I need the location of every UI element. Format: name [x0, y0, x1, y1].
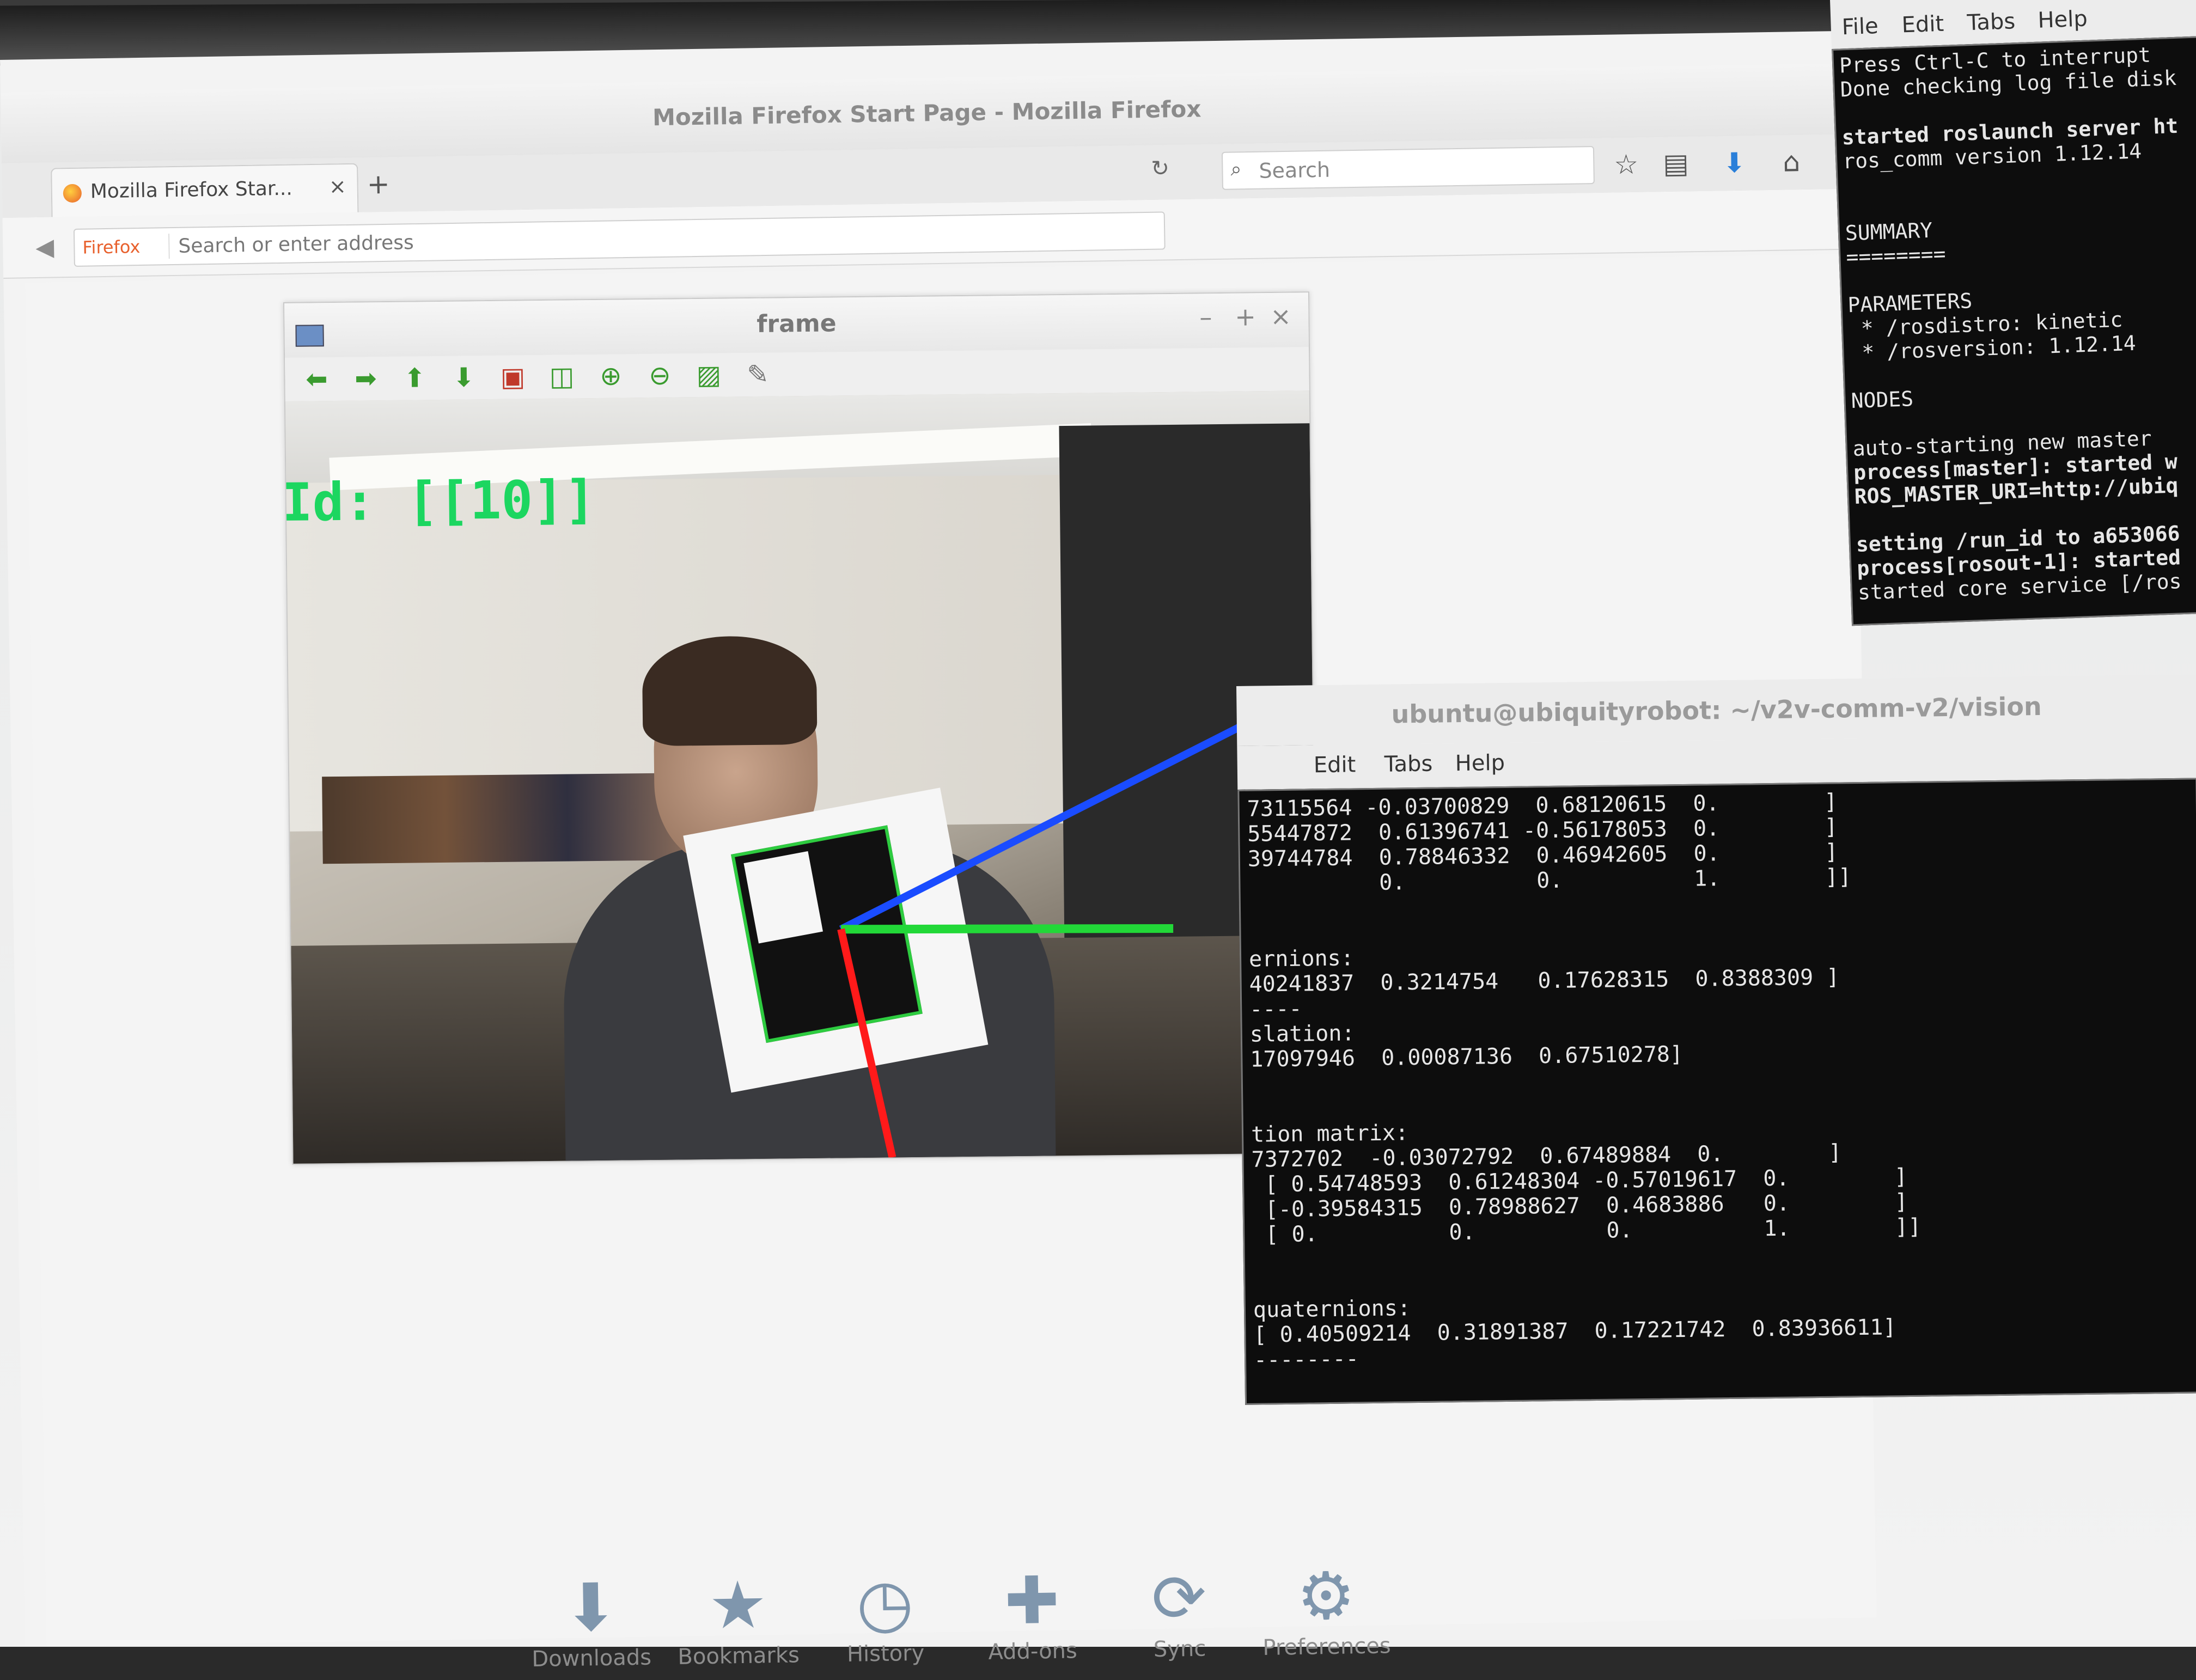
vision-terminal-output[interactable]: 73115564 -0.03700829 0.68120615 0. ] 5544… — [1237, 778, 2196, 1405]
new-tab-button[interactable]: + — [367, 168, 390, 200]
site-identity[interactable]: Firefox — [82, 236, 140, 258]
url-placeholder: Search or enter address — [178, 231, 414, 258]
url-separator — [168, 234, 170, 259]
puzzle-piece-icon: ✚ — [1004, 1562, 1060, 1640]
downloads-icon: ⬇ — [563, 1569, 619, 1647]
terminal-line: ernions: — [1248, 945, 1355, 972]
terminal-line: SUMMARY — [1845, 218, 1933, 246]
history-label: History — [846, 1640, 925, 1667]
bookmarks-icon: ★ — [707, 1567, 768, 1644]
sync-icon: ⟳ — [1151, 1560, 1207, 1638]
zoom-in-icon[interactable]: ⊕ — [595, 361, 626, 392]
terminal-line: ======== — [1845, 241, 1947, 270]
pan-right-icon[interactable]: ➡ — [350, 363, 381, 394]
menu-help[interactable]: Help — [1455, 750, 1505, 776]
search-icon: ⌕ — [1230, 158, 1242, 181]
menu-tabs[interactable]: Tabs — [1967, 9, 2016, 35]
search-input[interactable]: ⌕ Search — [1221, 146, 1595, 190]
terminal-line: -------- — [1253, 1346, 1359, 1373]
history-icon: ◷ — [856, 1565, 914, 1642]
sync-shortcut[interactable]: ⟳ Sync — [1108, 1560, 1251, 1663]
properties-icon[interactable]: ✎ — [742, 359, 773, 390]
download-arrow-icon[interactable]: ⬇ — [1723, 147, 1746, 179]
tab-close-icon[interactable]: × — [329, 174, 347, 198]
menu-file[interactable]: File — [1841, 14, 1879, 40]
terminal-line: 17097946 0.00087136 0.67510278] — [1250, 1042, 1683, 1072]
menu-tabs[interactable]: Tabs — [1384, 752, 1432, 777]
close-icon[interactable]: × — [1270, 302, 1291, 331]
pan-left-icon[interactable]: ⬅ — [301, 364, 332, 395]
menu-edit[interactable]: Edit — [1314, 752, 1356, 778]
home-icon[interactable]: ⌂ — [1783, 146, 1801, 178]
vision-terminal-window: ubuntu@ubiquityrobot: ~/v2v-comm-v2/visi… — [1236, 674, 2196, 1405]
preferences-label: Preferences — [1262, 1633, 1392, 1660]
tab-label: Mozilla Firefox Star... — [90, 177, 293, 203]
menu-edit[interactable]: Edit — [1901, 11, 1944, 38]
pan-up-icon[interactable]: ⬆ — [399, 363, 430, 394]
terminal-line: slation: — [1249, 1021, 1355, 1047]
preferences-shortcut[interactable]: ⚙ Preferences — [1255, 1557, 1398, 1660]
bookmarks-shortcut[interactable]: ★ Bookmarks — [667, 1567, 810, 1670]
terminal-line: quaternions: — [1253, 1296, 1411, 1323]
frame-title-bar: frame – + × — [284, 292, 1309, 358]
pan-down-icon[interactable]: ⬇ — [448, 362, 479, 393]
bookmark-star-icon[interactable]: ☆ — [1614, 149, 1639, 181]
roscore-terminal-output[interactable]: Press Ctrl-C to interrupt Done checking l… — [1832, 35, 2196, 626]
terminal-line: NODES — [1850, 387, 1914, 413]
terminal-line: tion matrix: — [1250, 1120, 1409, 1147]
history-shortcut[interactable]: ◷ History — [814, 1565, 957, 1667]
firefox-favicon-icon — [63, 184, 82, 203]
back-arrow-icon[interactable]: ◀ — [35, 233, 54, 261]
reload-icon[interactable]: ↻ — [1151, 156, 1169, 181]
addons-shortcut[interactable]: ✚ Add-ons — [961, 1562, 1104, 1665]
tab-start-page[interactable]: Mozilla Firefox Star... × — [51, 163, 359, 218]
camera-image: Id: [[10]] — [285, 390, 1317, 1164]
search-placeholder: Search — [1259, 157, 1331, 183]
zoom-reset-icon[interactable]: ▣ — [497, 362, 528, 393]
zoom-out-icon[interactable]: ⊖ — [644, 360, 675, 391]
menu-help[interactable]: Help — [2038, 7, 2088, 33]
downloads-shortcut[interactable]: ⬇ Downloads — [520, 1569, 663, 1672]
downloads-label: Downloads — [532, 1645, 652, 1672]
vision-terminal-title: ubuntu@ubiquityrobot: ~/v2v-comm-v2/visi… — [1236, 674, 2196, 746]
save-icon[interactable]: ▨ — [693, 360, 724, 391]
frame-title: frame — [757, 309, 837, 338]
roscore-terminal-window: File Edit Tabs Help Press Ctrl-C to inte… — [1830, 0, 2196, 642]
url-bar[interactable]: Firefox Search or enter address — [73, 211, 1166, 267]
minimize-icon[interactable]: – — [1199, 302, 1212, 332]
maximize-icon[interactable]: + — [1235, 302, 1256, 331]
reading-list-icon[interactable]: ▤ — [1663, 148, 1689, 180]
frame-window: frame – + × ⬅ ➡ ⬆ ⬇ ▣ ◫ ⊕ ⊖ ▨ ✎ Id: [[10… — [283, 291, 1319, 1165]
gear-icon: ⚙ — [1296, 1558, 1356, 1635]
marker-id-label: Id: [[10]] — [285, 469, 596, 534]
addons-label: Add-ons — [988, 1638, 1078, 1665]
sync-label: Sync — [1153, 1636, 1206, 1663]
axis-x-line — [837, 928, 896, 1158]
zoom-fit-icon[interactable]: ◫ — [546, 361, 577, 392]
terminal-line: ---- — [1249, 996, 1302, 1022]
axis-y-line — [841, 924, 1174, 934]
